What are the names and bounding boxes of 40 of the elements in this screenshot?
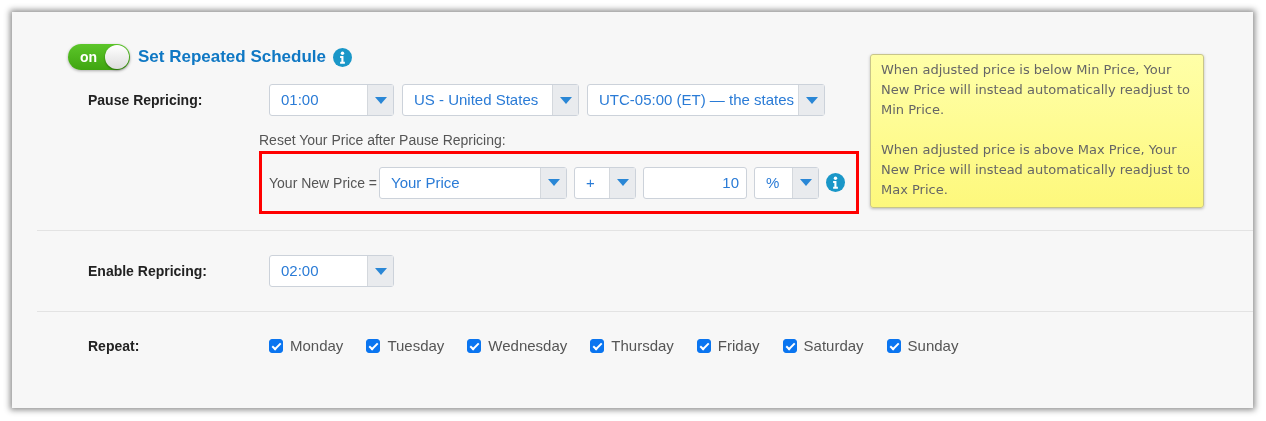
reset-label: Reset Your Price after Pause Repricing: bbox=[259, 132, 507, 148]
checkbox[interactable] bbox=[696, 338, 711, 353]
checkbox[interactable] bbox=[782, 338, 797, 353]
checkbox[interactable] bbox=[366, 338, 381, 353]
field-label: Enable Repricing: bbox=[87, 263, 209, 279]
checkbox[interactable] bbox=[886, 338, 901, 353]
field-label: Pause Repricing: bbox=[87, 92, 204, 108]
tooltip-text: When adjusted price is above Max Price, Your New Price will instead automatically readjust to Max Price. bbox=[881, 141, 1191, 199]
checkbox-label: Thursday bbox=[611, 337, 674, 354]
checkbox-label: Monday bbox=[290, 337, 344, 354]
caret-icon bbox=[374, 267, 387, 275]
checkbox-label: Wednesday bbox=[488, 337, 568, 354]
info-icon[interactable] bbox=[333, 47, 352, 67]
amount-input[interactable]: 10 bbox=[643, 166, 748, 199]
info-icon[interactable] bbox=[826, 173, 846, 192]
checkbox[interactable] bbox=[269, 338, 283, 353]
checkbox-label: Tuesday bbox=[387, 337, 445, 354]
section-title: Set Repeated Schedule bbox=[138, 47, 326, 67]
unit-dropdown[interactable]: % bbox=[754, 166, 820, 199]
base-price-dropdown[interactable]: Your Price bbox=[379, 166, 568, 199]
checkbox-label: Friday bbox=[717, 337, 760, 354]
checkbox-label: Saturday bbox=[803, 337, 864, 354]
caret-icon bbox=[559, 96, 572, 104]
country-dropdown[interactable]: US - United States bbox=[402, 84, 579, 116]
tooltip-text: When adjusted price is below Min Price, Your New Price will instead automatically readjust to Min Price. bbox=[881, 61, 1191, 119]
caret-icon bbox=[374, 96, 387, 104]
caret-icon bbox=[616, 179, 629, 186]
timezone-dropdown[interactable]: UTC-05:00 (ET) — the states bbox=[587, 84, 825, 116]
checkbox[interactable] bbox=[467, 338, 482, 353]
caret-icon bbox=[799, 179, 812, 186]
checkbox-label: Sunday bbox=[907, 337, 959, 354]
checkbox[interactable] bbox=[590, 338, 605, 353]
operator-dropdown[interactable]: + bbox=[574, 166, 637, 199]
field-label: Repeat: bbox=[87, 337, 141, 354]
caret-icon bbox=[547, 179, 560, 186]
time-dropdown[interactable]: 01:00 bbox=[269, 84, 394, 116]
time-dropdown[interactable]: 02:00 bbox=[269, 255, 394, 287]
toggle-switch[interactable]: on bbox=[68, 44, 130, 70]
caret-icon bbox=[805, 96, 818, 104]
formula-label: Your New Price = bbox=[269, 174, 378, 191]
